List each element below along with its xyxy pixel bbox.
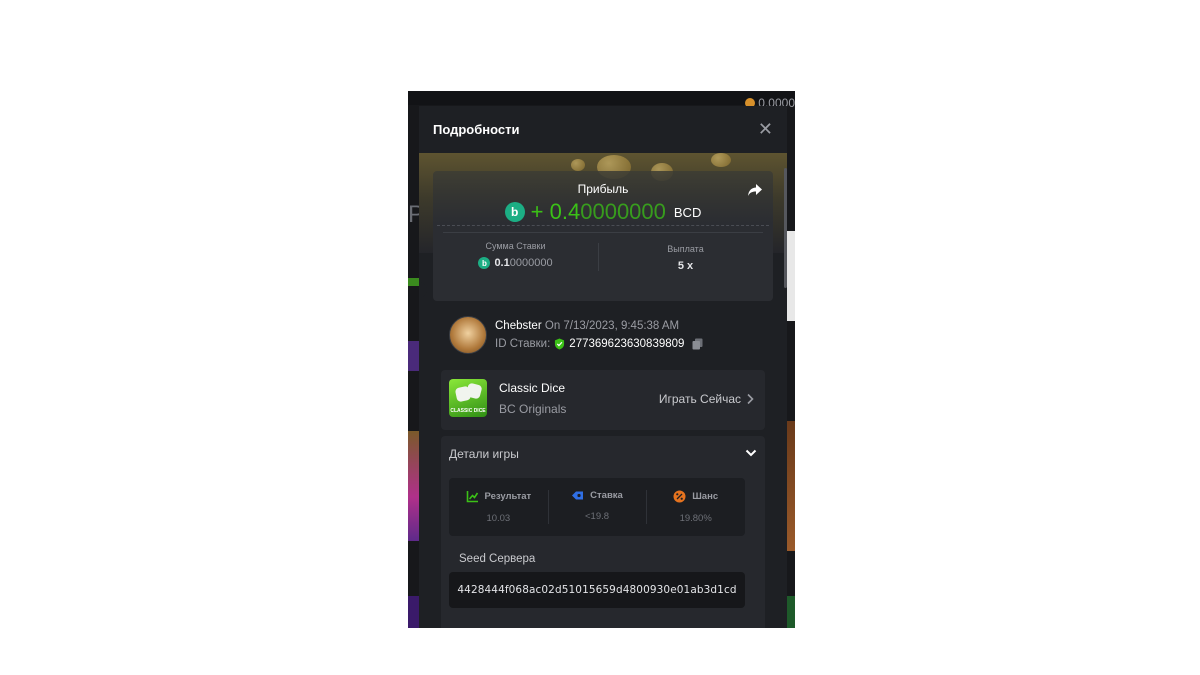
bet-amount-stat: Сумма Ставки b 0.10000000 bbox=[433, 241, 598, 269]
result-value: 10.03 bbox=[486, 513, 511, 524]
profit-currency: BCD bbox=[673, 204, 702, 220]
shield-check-icon bbox=[555, 338, 565, 350]
payout-value: 5 x bbox=[677, 260, 694, 272]
modal-title: Подробности bbox=[433, 122, 520, 137]
modal-header: Подробности ✕ bbox=[419, 106, 787, 153]
bet-timestamp: On 7/13/2023, 9:45:38 AM bbox=[544, 320, 680, 332]
profit-amount-row: b + 0.40000000 BCD bbox=[433, 199, 773, 225]
bcd-coin-icon: b bbox=[478, 257, 491, 269]
play-now-label: Играть Сейчас bbox=[658, 392, 741, 406]
background-decoration bbox=[408, 341, 419, 371]
game-provider: BC Originals bbox=[499, 402, 567, 416]
game-thumbnail[interactable]: CLASSIC DICE bbox=[449, 379, 487, 417]
bet-id-line: ID Ставки: 277369623630839809 bbox=[495, 338, 703, 350]
profit-amount: + 0.40000000 bbox=[530, 199, 666, 224]
bet-condition-label: Ставка bbox=[590, 490, 623, 501]
target-icon bbox=[572, 491, 584, 500]
chance-label: Шанс bbox=[692, 491, 719, 502]
bet-amount-value: b 0.10000000 bbox=[433, 257, 598, 269]
ticket-divider bbox=[437, 225, 769, 226]
chevron-down-icon[interactable] bbox=[745, 447, 757, 459]
chance-stat: Шанс 19.80% bbox=[646, 478, 745, 536]
bet-stat: Ставка <19.8 bbox=[547, 478, 647, 536]
payout-stat: Выплата 5 x bbox=[598, 244, 773, 272]
app-viewport: 0.0000 P Подробности ✕ Прибыль b + 0.400… bbox=[408, 91, 795, 628]
server-seed-label: Seed Сервера bbox=[459, 553, 536, 565]
background-decoration bbox=[408, 431, 419, 541]
bet-id: 277369623630839809 bbox=[569, 338, 685, 350]
bet-id-label: ID Ставки: bbox=[495, 338, 551, 350]
result-label: Результат bbox=[484, 491, 532, 502]
close-icon[interactable]: ✕ bbox=[758, 119, 773, 140]
scrollbar[interactable] bbox=[784, 168, 787, 288]
percent-icon bbox=[673, 490, 686, 503]
share-icon[interactable] bbox=[747, 183, 763, 197]
game-name: Classic Dice bbox=[499, 381, 566, 395]
coin-decoration bbox=[711, 153, 731, 167]
profit-card: Прибыль b + 0.40000000 BCD Сумма Ставки … bbox=[433, 171, 773, 301]
payout-label: Выплата bbox=[667, 244, 704, 254]
divider bbox=[443, 232, 763, 233]
coin-decoration bbox=[571, 159, 585, 171]
copy-icon[interactable] bbox=[692, 338, 703, 350]
chevron-right-icon bbox=[747, 393, 754, 405]
server-seed-value: 4428444f068ac02d51015659d4800930e01ab3d1… bbox=[457, 584, 737, 596]
background-decoration bbox=[408, 278, 419, 286]
background-decoration bbox=[787, 231, 795, 321]
ticket-notch bbox=[419, 282, 427, 298]
profit-label: Прибыль bbox=[577, 182, 629, 196]
result-stat: Результат 10.03 bbox=[449, 478, 548, 536]
background-header bbox=[408, 91, 795, 105]
bet-details-modal: Подробности ✕ Прибыль b + 0.40000000 BCD bbox=[419, 106, 787, 628]
bet-condition-value: <19.8 bbox=[584, 511, 610, 522]
game-details-title: Детали игры bbox=[449, 447, 519, 461]
game-card: CLASSIC DICE Classic Dice BC Originals И… bbox=[441, 370, 765, 430]
play-now-button[interactable]: Играть Сейчас bbox=[659, 392, 755, 406]
bet-amount-label: Сумма Ставки bbox=[485, 241, 546, 251]
background-decoration bbox=[787, 421, 795, 551]
username[interactable]: Chebster bbox=[495, 320, 542, 332]
chance-value: 19.80% bbox=[679, 513, 712, 524]
game-details-panel: Детали игры Результат 10.03 Ставка <19.8… bbox=[441, 436, 765, 628]
user-line: Chebster On 7/13/2023, 9:45:38 AM bbox=[495, 320, 703, 332]
game-result-stats: Результат 10.03 Ставка <19.8 Шанс 19.80% bbox=[449, 478, 745, 536]
bcd-coin-icon: b bbox=[504, 202, 525, 222]
server-seed-field[interactable]: 4428444f068ac02d51015659d4800930e01ab3d1… bbox=[449, 572, 745, 608]
game-thumbnail-text: CLASSIC DICE bbox=[450, 408, 486, 414]
user-info: Chebster On 7/13/2023, 9:45:38 AM ID Ста… bbox=[449, 316, 703, 354]
avatar[interactable] bbox=[449, 316, 487, 354]
chart-icon bbox=[466, 491, 478, 503]
